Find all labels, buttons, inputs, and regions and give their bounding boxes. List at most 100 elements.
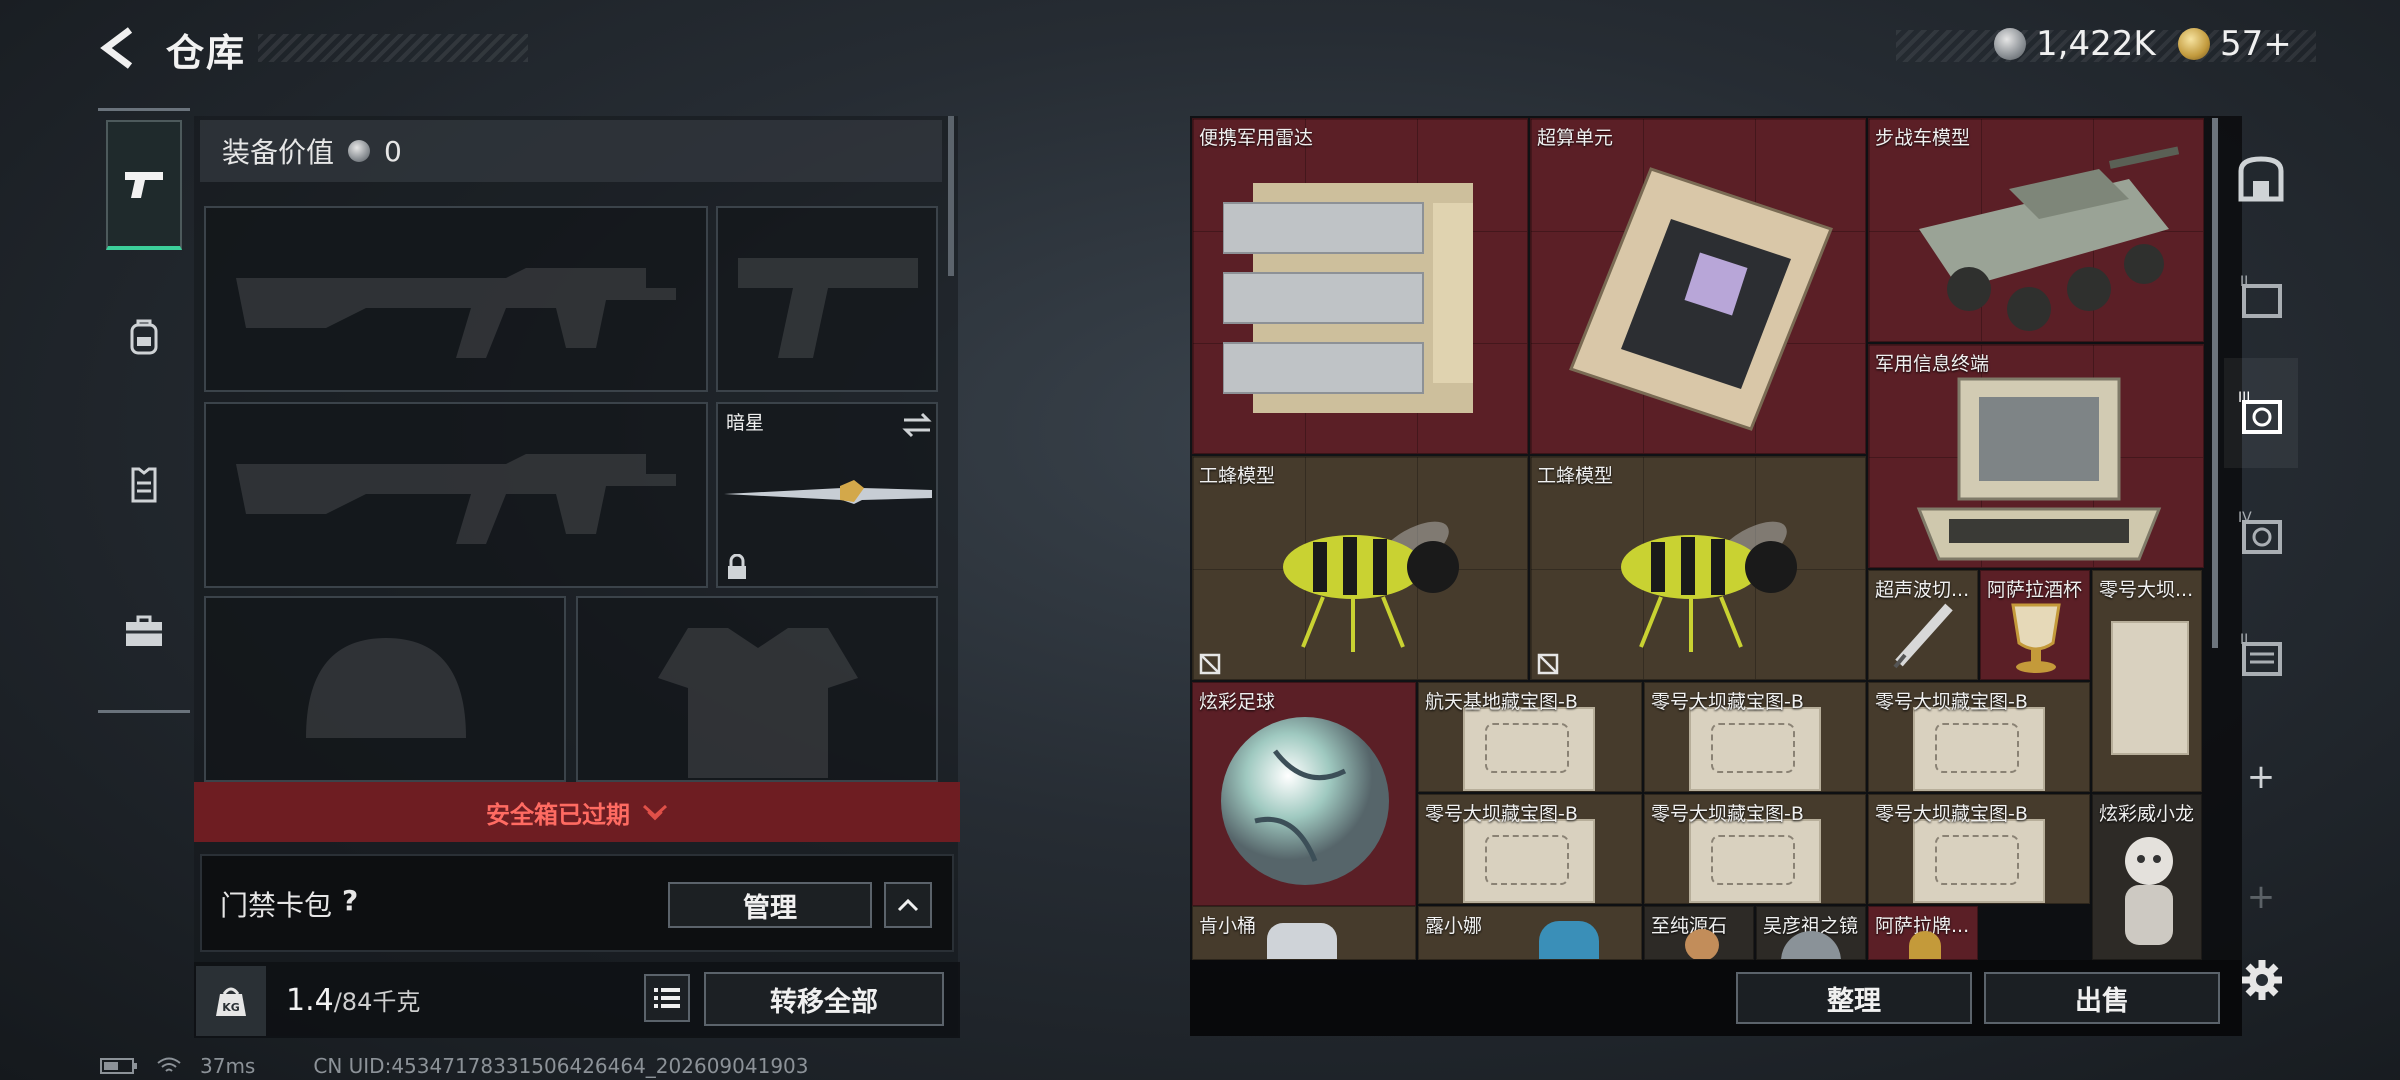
item-name: 零号大坝藏宝图-B — [1651, 691, 1804, 713]
rifle-silhouette-icon — [236, 454, 676, 544]
category-tab-vest[interactable] — [106, 418, 182, 548]
stash-item[interactable]: 露小娜 — [1418, 906, 1642, 960]
rail-bottom-divider — [98, 710, 190, 713]
tab-4-label: IV — [2238, 510, 2252, 526]
rifle-silhouette-icon — [236, 268, 676, 358]
help-icon[interactable]: ? — [342, 884, 358, 917]
category-tab-briefcase[interactable] — [106, 566, 182, 696]
figure-item-icon — [1267, 923, 1337, 959]
helmet-slot[interactable] — [204, 596, 566, 782]
swap-icon[interactable] — [902, 412, 932, 438]
pistol-silhouette-icon — [738, 258, 918, 358]
stash-item[interactable]: 肯小桶 — [1192, 906, 1416, 960]
radar-item-icon — [1223, 183, 1473, 413]
item-name: 露小娜 — [1425, 915, 1483, 937]
stash-item[interactable]: 吴彦祖之镜 — [1756, 906, 1866, 960]
backpack-icon — [130, 319, 158, 355]
item-name: 便携军用雷达 — [1199, 127, 1314, 149]
tab-4-icon: IV — [2238, 510, 2282, 554]
tab-stash-5[interactable]: II — [2224, 600, 2298, 710]
sell-button[interactable]: 出售 — [1984, 972, 2220, 1024]
secondary-weapon-slot[interactable] — [204, 402, 708, 588]
item-name: 超算单元 — [1537, 127, 1614, 149]
stash-item[interactable]: 炫彩足球 — [1192, 682, 1416, 906]
loadout-scrollbar[interactable] — [948, 116, 954, 276]
kg-label: KG — [222, 1001, 240, 1014]
asara-item-icon — [1909, 931, 1941, 959]
uid: CN UID:4534717833150642646​4_20260904190… — [313, 1054, 809, 1078]
stash-item[interactable]: 零号大坝... — [2092, 570, 2202, 792]
map-item-icon — [2111, 621, 2189, 755]
stash-item[interactable]: 航天基地藏宝图-B — [1418, 682, 1642, 792]
supercomputer-item-icon — [1569, 167, 1833, 431]
stash-item[interactable]: 零号大坝藏宝图-B — [1868, 682, 2090, 792]
tab-5-label: II — [2240, 632, 2248, 648]
armor-slot[interactable] — [576, 596, 938, 782]
item-name: 炫彩威小龙 — [2099, 803, 2195, 825]
gold-currency[interactable]: 57+ — [2178, 24, 2292, 64]
tab-5-icon: II — [2240, 632, 2282, 676]
equip-value: 装备价值 0 — [222, 131, 402, 171]
stash-item[interactable]: 便携军用雷达 — [1192, 118, 1528, 454]
settings-button[interactable] — [2240, 958, 2284, 1002]
primary-weapon-slot[interactable] — [204, 206, 708, 392]
item-name: 阿萨拉酒杯 — [1987, 579, 2083, 601]
add-tab-disabled: + — [2246, 877, 2276, 917]
add-tab-button[interactable]: + — [2224, 722, 2298, 832]
tab-stash-3[interactable]: III — [2224, 358, 2298, 468]
stash-item[interactable]: 工蜂模型 — [1530, 456, 1866, 680]
expand-button[interactable] — [884, 882, 932, 928]
kg-weight-icon: KG — [216, 987, 246, 1016]
melee-slot[interactable]: 暗星 — [716, 402, 938, 588]
transfer-all-button[interactable]: 转移全部 — [704, 972, 944, 1026]
lock-icon — [728, 554, 746, 579]
tab-safe[interactable] — [2224, 124, 2298, 234]
safebox-expired-banner[interactable]: 安全箱已过期 — [194, 782, 960, 842]
list-view-button[interactable] — [644, 974, 690, 1022]
sort-button[interactable]: 整理 — [1736, 972, 1972, 1024]
item-name: 零号大坝藏宝图-B — [1875, 803, 2028, 825]
wifi-icon — [157, 1057, 181, 1072]
weight-icon-box: KG — [196, 966, 266, 1036]
stash-item[interactable]: 军用信息终端 — [1868, 344, 2204, 568]
map-item-icon — [1913, 819, 2045, 903]
item-name: 零号大坝藏宝图-B — [1651, 803, 1804, 825]
title-stripe-decoration — [258, 34, 528, 62]
stash-item[interactable]: 炫彩威小龙 — [2092, 794, 2202, 960]
category-tab-backpack[interactable] — [106, 272, 182, 402]
source-stone-item-icon — [1685, 929, 1719, 959]
stash-item[interactable]: 至纯源石 — [1644, 906, 1754, 960]
stash-item[interactable]: 超算单元 — [1530, 118, 1866, 454]
silver-currency: 1,422K — [1994, 24, 2156, 64]
item-name: 零号大坝藏宝图-B — [1425, 803, 1578, 825]
tab-stash-4[interactable]: IV — [2224, 478, 2298, 588]
tab-2-label: II — [2240, 274, 2248, 290]
stash-item[interactable]: 步战车模型 — [1868, 118, 2204, 342]
pistol-slot[interactable] — [716, 206, 938, 392]
tab-stash-2[interactable]: II — [2224, 242, 2298, 352]
item-name: 航天基地藏宝图-B — [1425, 691, 1578, 713]
category-tab-weapons[interactable] — [106, 120, 182, 250]
map-item-icon — [1913, 707, 2045, 791]
gear-icon — [2242, 960, 2282, 1000]
stash-item[interactable]: 零号大坝藏宝图-B — [1644, 794, 1866, 904]
stash-item[interactable]: 阿萨拉酒杯 — [1980, 570, 2090, 680]
chevron-up-icon — [897, 898, 919, 912]
manage-button[interactable]: 管理 — [668, 882, 872, 928]
stash-item[interactable]: 阿萨拉牌... — [1868, 906, 1978, 960]
map-item-icon — [1689, 819, 1821, 903]
stash-item[interactable]: 工蜂模型 — [1192, 456, 1528, 680]
map-item-icon — [1463, 819, 1595, 903]
knife-icon — [724, 480, 932, 504]
item-name: 零号大坝藏宝图-B — [1875, 691, 2028, 713]
stash-item[interactable]: 零号大坝藏宝图-B — [1418, 794, 1642, 904]
back-button[interactable] — [98, 26, 142, 70]
safebox-status: 安全箱已过期 — [486, 800, 630, 829]
ultrasonic-cutter-item-icon — [1893, 603, 1953, 669]
stash-scrollbar[interactable] — [2212, 118, 2218, 648]
pistol-icon — [125, 172, 163, 198]
stash-item[interactable]: 超声波切... — [1868, 570, 1978, 680]
stash-item[interactable]: 零号大坝藏宝图-B — [1868, 794, 2090, 904]
stash-item[interactable]: 零号大坝藏宝图-B — [1644, 682, 1866, 792]
goblet-item-icon — [2011, 603, 2061, 673]
